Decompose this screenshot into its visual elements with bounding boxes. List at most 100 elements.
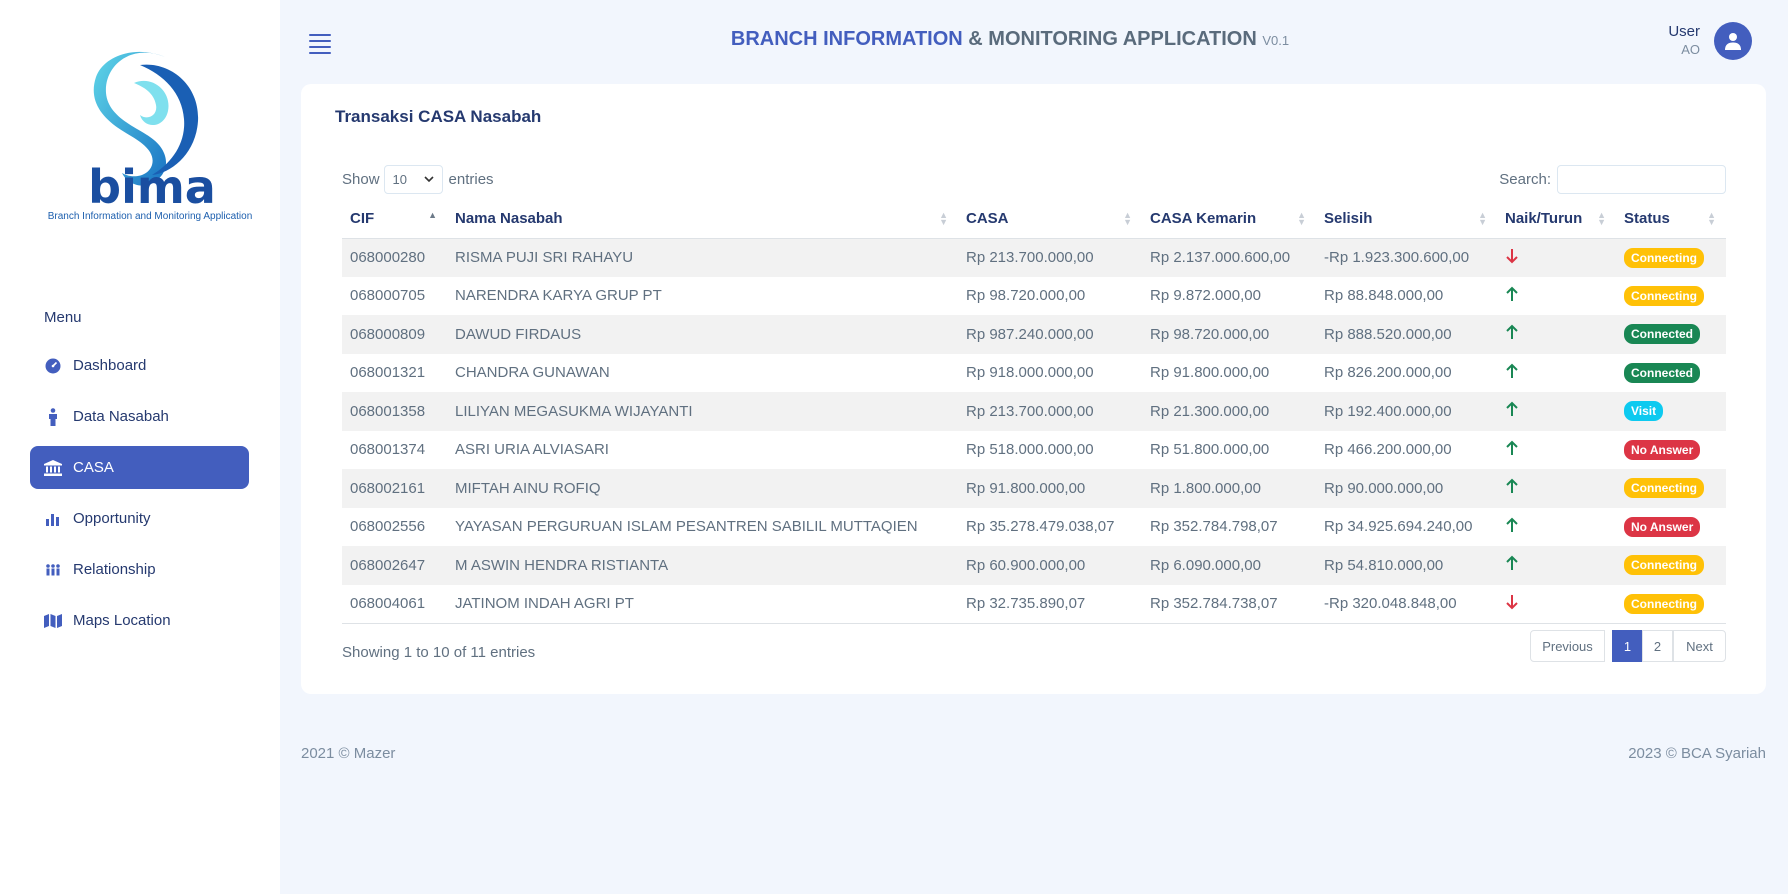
arrow-down-icon — [1506, 594, 1518, 609]
cell-nama-nasabah: M ASWIN HENDRA RISTIANTA — [455, 556, 669, 574]
app-title: BRANCH INFORMATION & MONITORING APPLICAT… — [730, 28, 1290, 50]
cell-status: Visit — [1616, 392, 1726, 431]
cell-selisih: Rp 90.000.000,00 — [1324, 479, 1444, 497]
person-icon — [44, 407, 62, 426]
cell-status: Connecting — [1616, 469, 1726, 508]
user-name: User — [1668, 23, 1700, 40]
column-header-nama-nasabah[interactable]: Nama Nasabah ▲ ▼ — [447, 200, 958, 239]
column-header-casa-kemarin[interactable]: CASA Kemarin ▲ ▼ — [1142, 200, 1316, 239]
cell-nama-nasabah: MIFTAH AINU ROFIQ — [455, 479, 601, 497]
table-info: Showing 1 to 10 of 11 entries — [342, 644, 536, 661]
cell-status: No Answer — [1616, 508, 1726, 547]
cell-selisih: Rp 88.848.000,00 — [1324, 287, 1444, 305]
chevron-down-icon — [423, 176, 434, 183]
map-icon — [44, 612, 62, 630]
cell-casa: Rp 91.800.000,00 — [966, 479, 1086, 497]
cell-selisih: Rp 826.200.000,00 — [1324, 364, 1452, 382]
user-menu[interactable]: User AO — [1668, 22, 1752, 60]
speedometer-icon — [44, 357, 62, 375]
sidebar-item-label: Dashboard — [73, 357, 147, 374]
table-row[interactable]: 068004061 JATINOM INDAH AGRI PT Rp 32.735.… — [342, 584, 1726, 624]
sort-icon: ▲ ▼ — [1597, 210, 1606, 227]
user-icon — [1725, 33, 1741, 50]
cell-naik-turun — [1497, 277, 1616, 316]
cell-selisih: -Rp 1.923.300.600,00 — [1324, 249, 1470, 266]
column-header-casa[interactable]: CASA ▲ ▼ — [958, 200, 1142, 239]
column-header-naik-turun[interactable]: Naik/Turun ▲ ▼ — [1497, 200, 1616, 239]
sidebar-item-label: CASA — [73, 459, 114, 476]
table-row[interactable]: 068002556 YAYASAN PERGURUAN ISLAM PESANTR… — [342, 508, 1726, 547]
status-badge: Connecting — [1624, 478, 1704, 499]
cell-status: Connecting — [1616, 238, 1726, 277]
arrow-up-icon — [1506, 363, 1518, 378]
table-row[interactable]: 068002647 M ASWIN HENDRA RISTIANTA Rp 60.9… — [342, 546, 1726, 585]
cell-cif: 068000809 — [350, 325, 426, 343]
cell-casa: Rp 98.720.000,00 — [966, 287, 1086, 305]
status-badge: Connected — [1624, 324, 1701, 345]
next-page-button[interactable]: Next — [1673, 630, 1726, 662]
cell-nama-nasabah: NARENDRA KARYA GRUP PT — [455, 287, 662, 305]
sort-icon: ▲ ▼ — [939, 210, 948, 227]
cell-naik-turun — [1497, 584, 1616, 624]
cell-cif: 068000280 — [350, 249, 426, 266]
search-input[interactable] — [1557, 165, 1726, 194]
bima-logo[interactable]: bima Branch Information and Monitoring A… — [40, 45, 260, 230]
column-header-cif[interactable]: CIF ▲ — [342, 200, 447, 239]
cell-naik-turun — [1497, 469, 1616, 508]
sidebar-item-label: Relationship — [73, 561, 156, 578]
status-badge: Connecting — [1624, 285, 1704, 306]
sort-icon: ▲ ▼ — [1707, 210, 1716, 227]
cell-naik-turun — [1497, 546, 1616, 585]
status-badge: Connecting — [1624, 247, 1704, 268]
table-row[interactable]: 068000280 RISMA PUJI SRI RAHAYU Rp 213.700… — [342, 238, 1726, 277]
arrow-down-icon — [1506, 248, 1518, 263]
show-entries: Show 10 entries — [342, 165, 494, 194]
arrow-up-icon — [1506, 324, 1518, 340]
cell-naik-turun — [1497, 238, 1616, 277]
arrow-up-icon — [1506, 478, 1518, 494]
cell-selisih: Rp 192.400.000,00 — [1324, 402, 1452, 420]
cell-casa: Rp 35.278.479.038,07 — [966, 518, 1115, 536]
table-row[interactable]: 068000809 DAWUD FIRDAUS Rp 987.240.000,00 R… — [342, 315, 1726, 354]
avatar[interactable] — [1714, 22, 1752, 60]
arrow-up-icon — [1506, 440, 1518, 455]
cell-nama-nasabah: JATINOM INDAH AGRI PT — [447, 584, 958, 624]
bima-logo-icon: bima — [88, 51, 216, 214]
cell-cif: 068004061 — [342, 584, 447, 624]
column-header-status[interactable]: Status ▲ ▼ — [1616, 200, 1726, 239]
table-row[interactable]: 068001374 ASRI URIA ALVIASARI Rp 518.000.0… — [342, 431, 1726, 470]
cell-cif: 068002556 — [350, 518, 426, 536]
hamburger-menu-button[interactable] — [309, 34, 331, 54]
cell-casa: Rp 213.700.000,00 — [966, 402, 1094, 420]
table-row[interactable]: 068000705 NARENDRA KARYA GRUP PT Rp 98.720… — [342, 277, 1726, 316]
table-row[interactable]: 068001321 CHANDRA GUNAWAN Rp 918.000.000,0… — [342, 354, 1726, 393]
sidebar-item-label: Opportunity — [73, 510, 151, 527]
page-2-button[interactable]: 2 — [1642, 630, 1673, 662]
card-title: Transaksi CASA Nasabah — [335, 107, 542, 126]
cell-casa-kemarin: Rp 91.800.000,00 — [1150, 364, 1270, 382]
logo-tagline: Branch Information and Monitoring Applic… — [47, 211, 253, 222]
sidebar-item-opportunity[interactable]: Opportunity — [30, 497, 249, 540]
status-badge: Connected — [1624, 362, 1701, 383]
cell-naik-turun — [1497, 354, 1616, 393]
sidebar-item-relationship[interactable]: Relationship — [30, 548, 249, 591]
cell-casa-kemarin: Rp 1.800.000,00 — [1150, 479, 1261, 497]
previous-page-button[interactable]: Previous — [1530, 630, 1605, 662]
table-row[interactable]: 068002161 MIFTAH AINU ROFIQ Rp 91.800.000,… — [342, 469, 1726, 508]
cell-cif: 068001358 — [350, 402, 426, 420]
column-header-selisih[interactable]: Selisih ▲ ▼ — [1316, 200, 1497, 239]
sidebar-item-label: Data Nasabah — [73, 408, 169, 425]
table-row[interactable]: 068001358 LILIYAN MEGASUKMA WIJAYANTI Rp 2… — [342, 392, 1726, 431]
sidebar-item-dashboard[interactable]: Dashboard — [30, 344, 249, 387]
sidebar-item-maps-location[interactable]: Maps Location — [30, 599, 249, 642]
cell-selisih: Rp 888.520.000,00 — [1324, 325, 1452, 343]
sidebar-item-data-nasabah[interactable]: Data Nasabah — [30, 395, 249, 438]
cell-selisih: -Rp 320.048.848,00 — [1316, 584, 1497, 624]
page-size-select[interactable]: 10 — [383, 165, 443, 194]
sidebar-item-casa[interactable]: CASA — [30, 446, 249, 489]
status-badge: No Answer — [1624, 516, 1701, 537]
page-1-button[interactable]: 1 — [1612, 630, 1643, 662]
cell-casa: Rp 60.900.000,00 — [966, 556, 1086, 574]
cell-nama-nasabah: RISMA PUJI SRI RAHAYU — [455, 249, 634, 266]
status-badge: Connecting — [1624, 593, 1704, 614]
